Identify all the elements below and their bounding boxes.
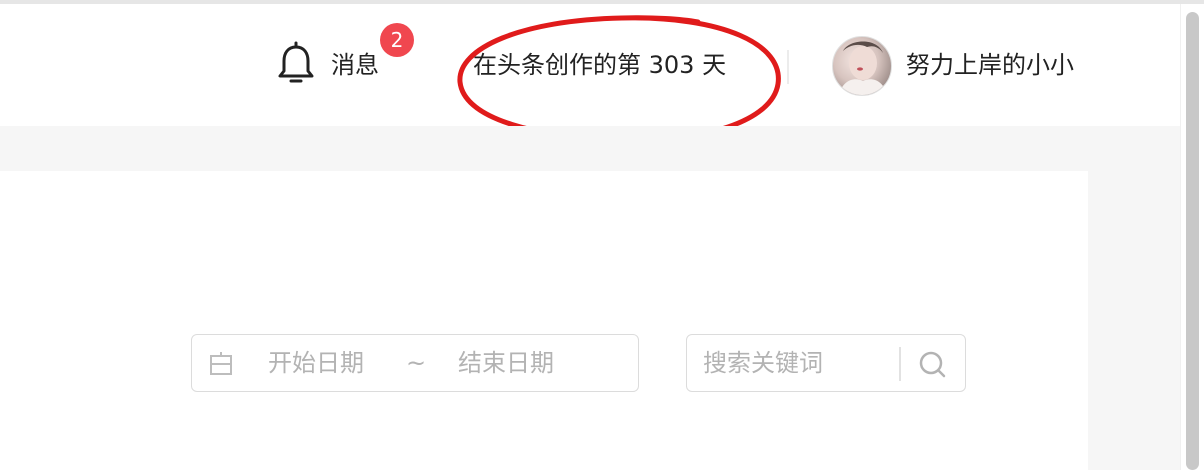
- notification-badge: 2: [380, 23, 414, 57]
- header-divider: [787, 50, 789, 84]
- user-avatar[interactable]: [832, 36, 892, 96]
- content-panel: [0, 171, 1088, 470]
- search-box: [686, 334, 966, 392]
- search-divider: [899, 347, 901, 381]
- calendar-icon: [208, 351, 234, 381]
- search-button[interactable]: [911, 345, 955, 383]
- bell-icon[interactable]: [276, 41, 316, 87]
- date-range-separator: ~: [406, 349, 427, 377]
- user-name[interactable]: 努力上岸的小小: [906, 47, 1074, 83]
- search-icon: [919, 351, 946, 378]
- messages-label[interactable]: 消息: [331, 47, 379, 83]
- date-range-picker[interactable]: 开始日期 ~ 结束日期: [191, 334, 639, 392]
- start-date-input[interactable]: 开始日期: [268, 345, 364, 381]
- search-input[interactable]: [703, 345, 893, 381]
- scrollbar-thumb[interactable]: [1186, 12, 1199, 470]
- end-date-input[interactable]: 结束日期: [458, 345, 554, 381]
